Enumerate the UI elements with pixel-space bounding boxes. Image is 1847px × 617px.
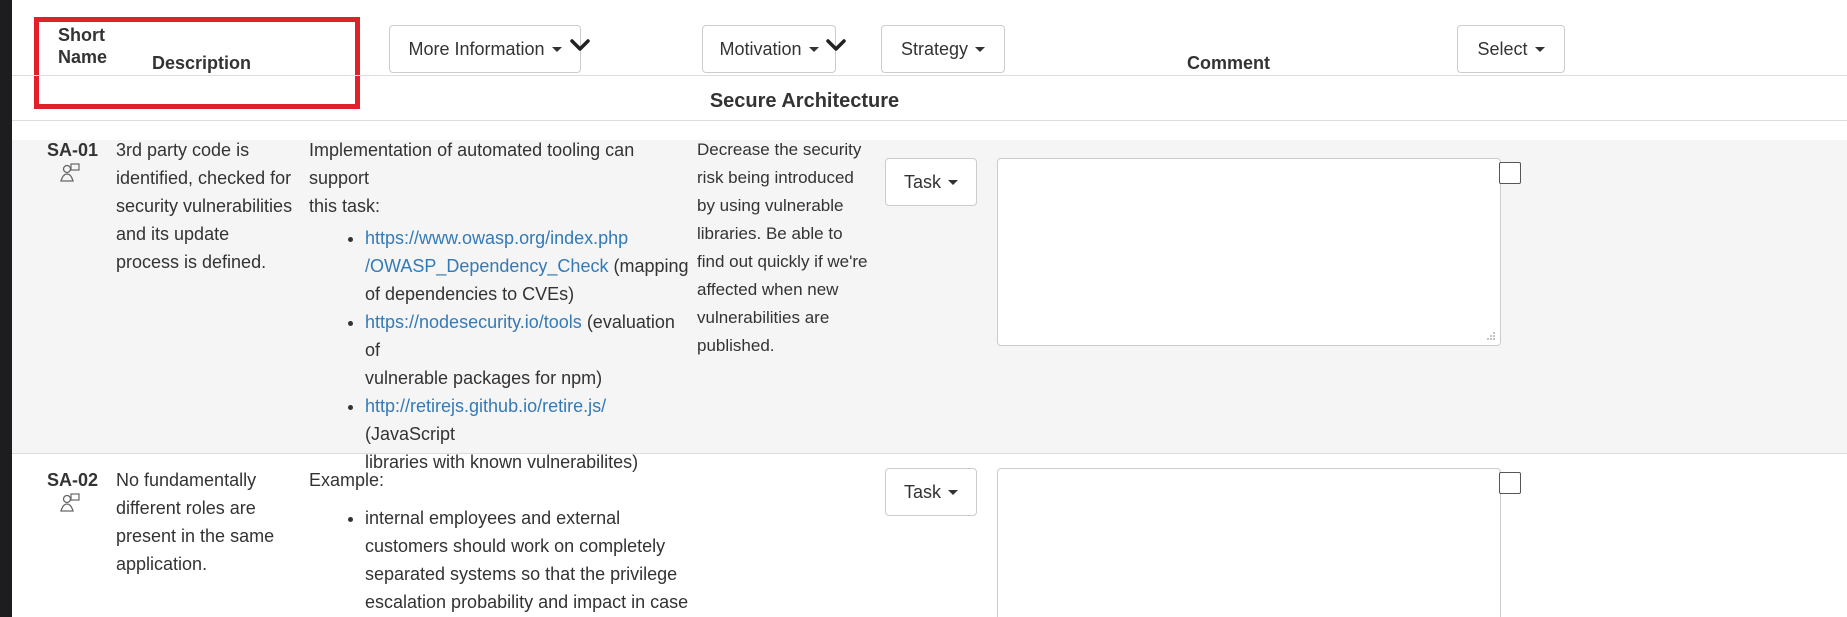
task-label: Task bbox=[903, 481, 941, 502]
row-more-information: Implementation of automated tooling can … bbox=[309, 136, 689, 476]
task-dropdown-button[interactable]: Task bbox=[885, 158, 977, 206]
motivation-label: Motivation bbox=[719, 38, 802, 59]
comment-textarea[interactable] bbox=[997, 158, 1501, 346]
chevron-down-icon[interactable] bbox=[569, 34, 591, 56]
caret-down-icon bbox=[551, 46, 562, 52]
row-divider bbox=[12, 453, 1847, 454]
resize-grip-icon[interactable] bbox=[1486, 331, 1496, 341]
list-item: http://retirejs.github.io/retire.js/ (Ja… bbox=[365, 392, 689, 476]
strategy-dropdown-button[interactable]: Strategy bbox=[881, 25, 1005, 73]
list-item: https://www.owasp.org/index.php/OWASP_De… bbox=[365, 224, 689, 308]
retirejs-link[interactable]: http://retirejs.github.io/retire.js/ bbox=[365, 396, 606, 416]
task-dropdown-button[interactable]: Task bbox=[885, 468, 977, 516]
row-select-checkbox[interactable] bbox=[1499, 162, 1521, 184]
motivation-dropdown-button[interactable]: Motivation bbox=[702, 25, 836, 73]
select-dropdown-button[interactable]: Select bbox=[1457, 25, 1565, 73]
list-item: internal employees and external customer… bbox=[365, 504, 689, 616]
caret-down-icon bbox=[948, 489, 958, 495]
row-code: SA-01 bbox=[47, 140, 99, 160]
list-item: https://nodesecurity.io/tools (evaluatio… bbox=[365, 308, 689, 392]
chevron-down-icon[interactable] bbox=[825, 34, 847, 56]
row-more-information: Example: internal employees and external… bbox=[309, 466, 689, 616]
link-list: https://www.owasp.org/index.php/OWASP_De… bbox=[309, 224, 689, 476]
caret-down-icon bbox=[975, 46, 986, 52]
nodesecurity-tools-link[interactable]: https://nodesecurity.io/tools bbox=[365, 312, 582, 332]
row-description: No fundamentally different roles are pre… bbox=[116, 470, 275, 574]
owasp-dependency-check-link[interactable]: https://www.owasp.org/index.php/OWASP_De… bbox=[365, 228, 628, 276]
role-person-icon bbox=[60, 493, 80, 512]
select-label: Select bbox=[1477, 38, 1528, 59]
caret-down-icon bbox=[948, 179, 958, 185]
row-code: SA-02 bbox=[47, 470, 99, 490]
table-container: Short Name Description More Information … bbox=[12, 0, 1847, 617]
example-list: internal employees and external customer… bbox=[309, 504, 689, 616]
section-divider bbox=[12, 120, 1847, 121]
row-motivation: Decrease the security risk being introdu… bbox=[697, 140, 868, 355]
more-information-label: More Information bbox=[408, 38, 545, 59]
column-header-comment: Comment bbox=[1187, 53, 1271, 73]
section-title: Secure Architecture bbox=[709, 90, 900, 112]
more-information-dropdown-button[interactable]: More Information bbox=[389, 25, 581, 73]
role-person-icon bbox=[60, 163, 80, 182]
row-description: 3rd party code is identified, checked fo… bbox=[116, 140, 293, 272]
header-divider bbox=[12, 75, 1847, 76]
strategy-label: Strategy bbox=[900, 38, 969, 59]
comment-textarea[interactable] bbox=[997, 468, 1501, 617]
task-label: Task bbox=[903, 171, 941, 192]
caret-down-icon bbox=[808, 46, 819, 52]
caret-down-icon bbox=[1534, 46, 1545, 52]
row-select-checkbox[interactable] bbox=[1499, 472, 1521, 494]
